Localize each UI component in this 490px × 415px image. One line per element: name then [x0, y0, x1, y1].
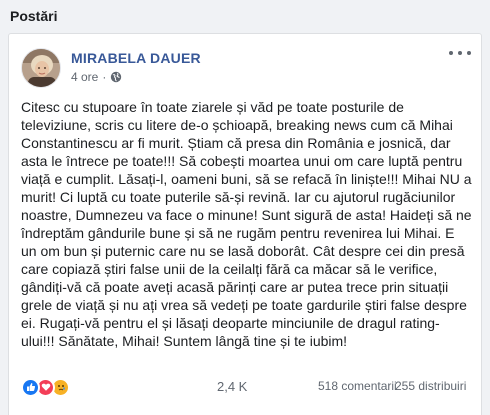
avatar-photo	[22, 49, 60, 87]
comments-count[interactable]: 518 comentarii	[318, 379, 397, 393]
globe-icon[interactable]	[110, 71, 122, 83]
post-card: MIRABELA DAUER 4 ore · Citesc cu stupoar…	[8, 33, 482, 415]
post-text: Citesc cu stupoare în toate ziarele și v…	[21, 99, 472, 349]
page: Postări MIRABELA DAUER 4 ore · Citesc cu…	[0, 0, 490, 415]
section-title: Postări	[10, 8, 58, 24]
meta-separator: ·	[102, 70, 107, 84]
reaction-count[interactable]: 2,4 K	[217, 379, 247, 394]
more-dot	[467, 51, 471, 55]
more-dot	[458, 51, 462, 55]
post-stats-bar: 2,4 K 518 comentarii 255 distribuiri	[9, 371, 483, 411]
post-meta: 4 ore ·	[71, 70, 122, 84]
post-time[interactable]: 4 ore	[71, 70, 98, 84]
shares-count[interactable]: 255 distribuiri	[395, 379, 466, 393]
reaction-icons[interactable]	[21, 377, 70, 397]
avatar[interactable]	[21, 48, 61, 88]
more-dot	[449, 51, 453, 55]
more-options-icon[interactable]	[449, 46, 471, 60]
author-name[interactable]: MIRABELA DAUER	[71, 50, 201, 66]
like-icon	[21, 377, 40, 397]
